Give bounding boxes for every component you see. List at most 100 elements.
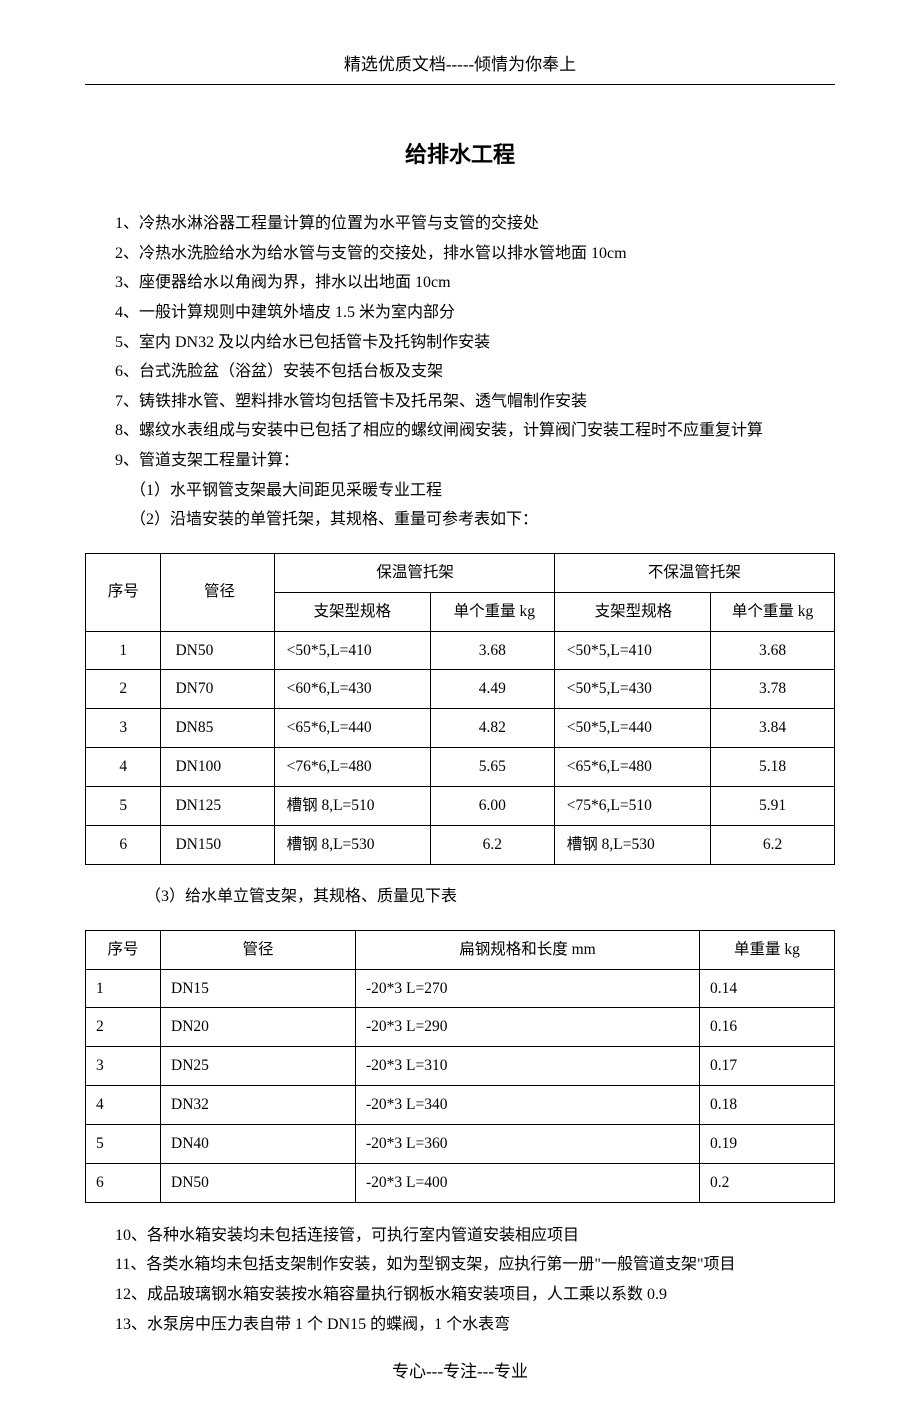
table-row: 5 DN40 -20*3 L=360 0.19: [86, 1125, 835, 1164]
cell: <76*6,L=480: [274, 748, 430, 787]
cell: -20*3 L=290: [356, 1008, 700, 1047]
numbered-list-2: 10、各种水箱安装均未包括连接管，可执行室内管道安装相应项目 11、各类水箱均未…: [115, 1221, 835, 1339]
cell: 5.65: [430, 748, 554, 787]
list-item: 3、座便器给水以角阀为界，排水以出地面 10cm: [115, 268, 835, 298]
table-row: 6 DN50 -20*3 L=400 0.2: [86, 1163, 835, 1202]
cell: DN15: [161, 969, 356, 1008]
cell: -20*3 L=360: [356, 1125, 700, 1164]
cell: <65*6,L=440: [274, 709, 430, 748]
page-header: 精选优质文档-----倾情为你奉上: [85, 50, 835, 85]
cell: 3: [86, 709, 161, 748]
list-item: 1、冷热水淋浴器工程量计算的位置为水平管与支管的交接处: [115, 209, 835, 239]
cell: <50*5,L=430: [554, 670, 710, 709]
cell: 4.49: [430, 670, 554, 709]
list-item: 5、室内 DN32 及以内给水已包括管卡及托钩制作安装: [115, 328, 835, 358]
sub-list-item: （1）水平钢管支架最大间距见采暖专业工程: [130, 476, 835, 506]
list-item: 4、一般计算规则中建筑外墙皮 1.5 米为室内部分: [115, 298, 835, 328]
table-2: 序号 管径 扁钢规格和长度 mm 单重量 kg 1 DN15 -20*3 L=2…: [85, 930, 835, 1203]
th-spec: 扁钢规格和长度 mm: [356, 930, 700, 969]
th-noninsulated: 不保温管托架: [554, 553, 834, 592]
cell: -20*3 L=270: [356, 969, 700, 1008]
cell: 4: [86, 1086, 161, 1125]
th-spec: 支架型规格: [554, 592, 710, 631]
list-item: 7、铸铁排水管、塑料排水管均包括管卡及托吊架、透气帽制作安装: [115, 387, 835, 417]
numbered-list-1: 1、冷热水淋浴器工程量计算的位置为水平管与支管的交接处 2、冷热水洗脸给水为给水…: [115, 209, 835, 535]
cell: 0.16: [700, 1008, 835, 1047]
cell: 6.2: [711, 825, 835, 864]
cell: 4: [86, 748, 161, 787]
cell: -20*3 L=340: [356, 1086, 700, 1125]
cell: DN32: [161, 1086, 356, 1125]
cell: 2: [86, 1008, 161, 1047]
page-footer: 专心---专注---专业: [85, 1357, 835, 1388]
th-weight: 单重量 kg: [700, 930, 835, 969]
table-row: 1 DN15 -20*3 L=270 0.14: [86, 969, 835, 1008]
th-weight: 单个重量 kg: [711, 592, 835, 631]
main-title: 给排水工程: [85, 135, 835, 175]
cell: 4.82: [430, 709, 554, 748]
cell: 5.91: [711, 787, 835, 826]
th-dia: 管径: [161, 930, 356, 969]
cell: 5: [86, 787, 161, 826]
table-row: 5 DN125 槽钢 8,L=510 6.00 <75*6,L=510 5.91: [86, 787, 835, 826]
list-item: 2、冷热水洗脸给水为给水管与支管的交接处，排水管以排水管地面 10cm: [115, 239, 835, 269]
cell: 1: [86, 631, 161, 670]
cell: DN25: [161, 1047, 356, 1086]
table-row: 6 DN150 槽钢 8,L=530 6.2 槽钢 8,L=530 6.2: [86, 825, 835, 864]
cell: -20*3 L=400: [356, 1163, 700, 1202]
cell: 3.68: [430, 631, 554, 670]
list-item: 9、管道支架工程量计算：: [115, 446, 835, 476]
cell: <75*6,L=510: [554, 787, 710, 826]
cell: 0.17: [700, 1047, 835, 1086]
table-row: 2 DN70 <60*6,L=430 4.49 <50*5,L=430 3.78: [86, 670, 835, 709]
table-row: 4 DN32 -20*3 L=340 0.18: [86, 1086, 835, 1125]
cell: <50*5,L=440: [554, 709, 710, 748]
cell: 3.78: [711, 670, 835, 709]
table-1: 序号 管径 保温管托架 不保温管托架 支架型规格 单个重量 kg 支架型规格 单…: [85, 553, 835, 865]
cell: DN150: [161, 825, 274, 864]
cell: DN50: [161, 1163, 356, 1202]
cell: 0.2: [700, 1163, 835, 1202]
list-item: 11、各类水箱均未包括支架制作安装，如为型钢支架，应执行第一册"一般管道支架"项…: [115, 1250, 835, 1280]
cell: 5: [86, 1125, 161, 1164]
th-seq: 序号: [86, 553, 161, 631]
cell: <50*5,L=410: [274, 631, 430, 670]
cell: DN125: [161, 787, 274, 826]
th-dia: 管径: [161, 553, 274, 631]
cell: 0.19: [700, 1125, 835, 1164]
list-item: 12、成品玻璃钢水箱安装按水箱容量执行钢板水箱安装项目，人工乘以系数 0.9: [115, 1280, 835, 1310]
cell: 0.18: [700, 1086, 835, 1125]
cell: 6.00: [430, 787, 554, 826]
table-row: 3 DN85 <65*6,L=440 4.82 <50*5,L=440 3.84: [86, 709, 835, 748]
cell: 6.2: [430, 825, 554, 864]
cell: DN100: [161, 748, 274, 787]
th-insulated: 保温管托架: [274, 553, 554, 592]
list-item: 8、螺纹水表组成与安装中已包括了相应的螺纹闸阀安装，计算阀门安装工程时不应重复计…: [115, 416, 835, 446]
cell: 6: [86, 1163, 161, 1202]
cell: 6: [86, 825, 161, 864]
cell: DN85: [161, 709, 274, 748]
cell: DN40: [161, 1125, 356, 1164]
cell: DN70: [161, 670, 274, 709]
table-row: 4 DN100 <76*6,L=480 5.65 <65*6,L=480 5.1…: [86, 748, 835, 787]
sub-list-item: （2）沿墙安装的单管托架，其规格、重量可参考表如下：: [130, 505, 835, 535]
list-item: 13、水泵房中压力表自带 1 个 DN15 的蝶阀，1 个水表弯: [115, 1310, 835, 1340]
th-spec: 支架型规格: [274, 592, 430, 631]
table-row: 3 DN25 -20*3 L=310 0.17: [86, 1047, 835, 1086]
table-row: 2 DN20 -20*3 L=290 0.16: [86, 1008, 835, 1047]
th-seq: 序号: [86, 930, 161, 969]
th-weight: 单个重量 kg: [430, 592, 554, 631]
cell: 2: [86, 670, 161, 709]
cell: 槽钢 8,L=530: [274, 825, 430, 864]
cell: 1: [86, 969, 161, 1008]
cell: DN20: [161, 1008, 356, 1047]
cell: -20*3 L=310: [356, 1047, 700, 1086]
cell: 槽钢 8,L=510: [274, 787, 430, 826]
cell: 槽钢 8,L=530: [554, 825, 710, 864]
cell: 3.84: [711, 709, 835, 748]
cell: 0.14: [700, 969, 835, 1008]
table-row: 1 DN50 <50*5,L=410 3.68 <50*5,L=410 3.68: [86, 631, 835, 670]
cell: <65*6,L=480: [554, 748, 710, 787]
cell: 3.68: [711, 631, 835, 670]
cell: DN50: [161, 631, 274, 670]
